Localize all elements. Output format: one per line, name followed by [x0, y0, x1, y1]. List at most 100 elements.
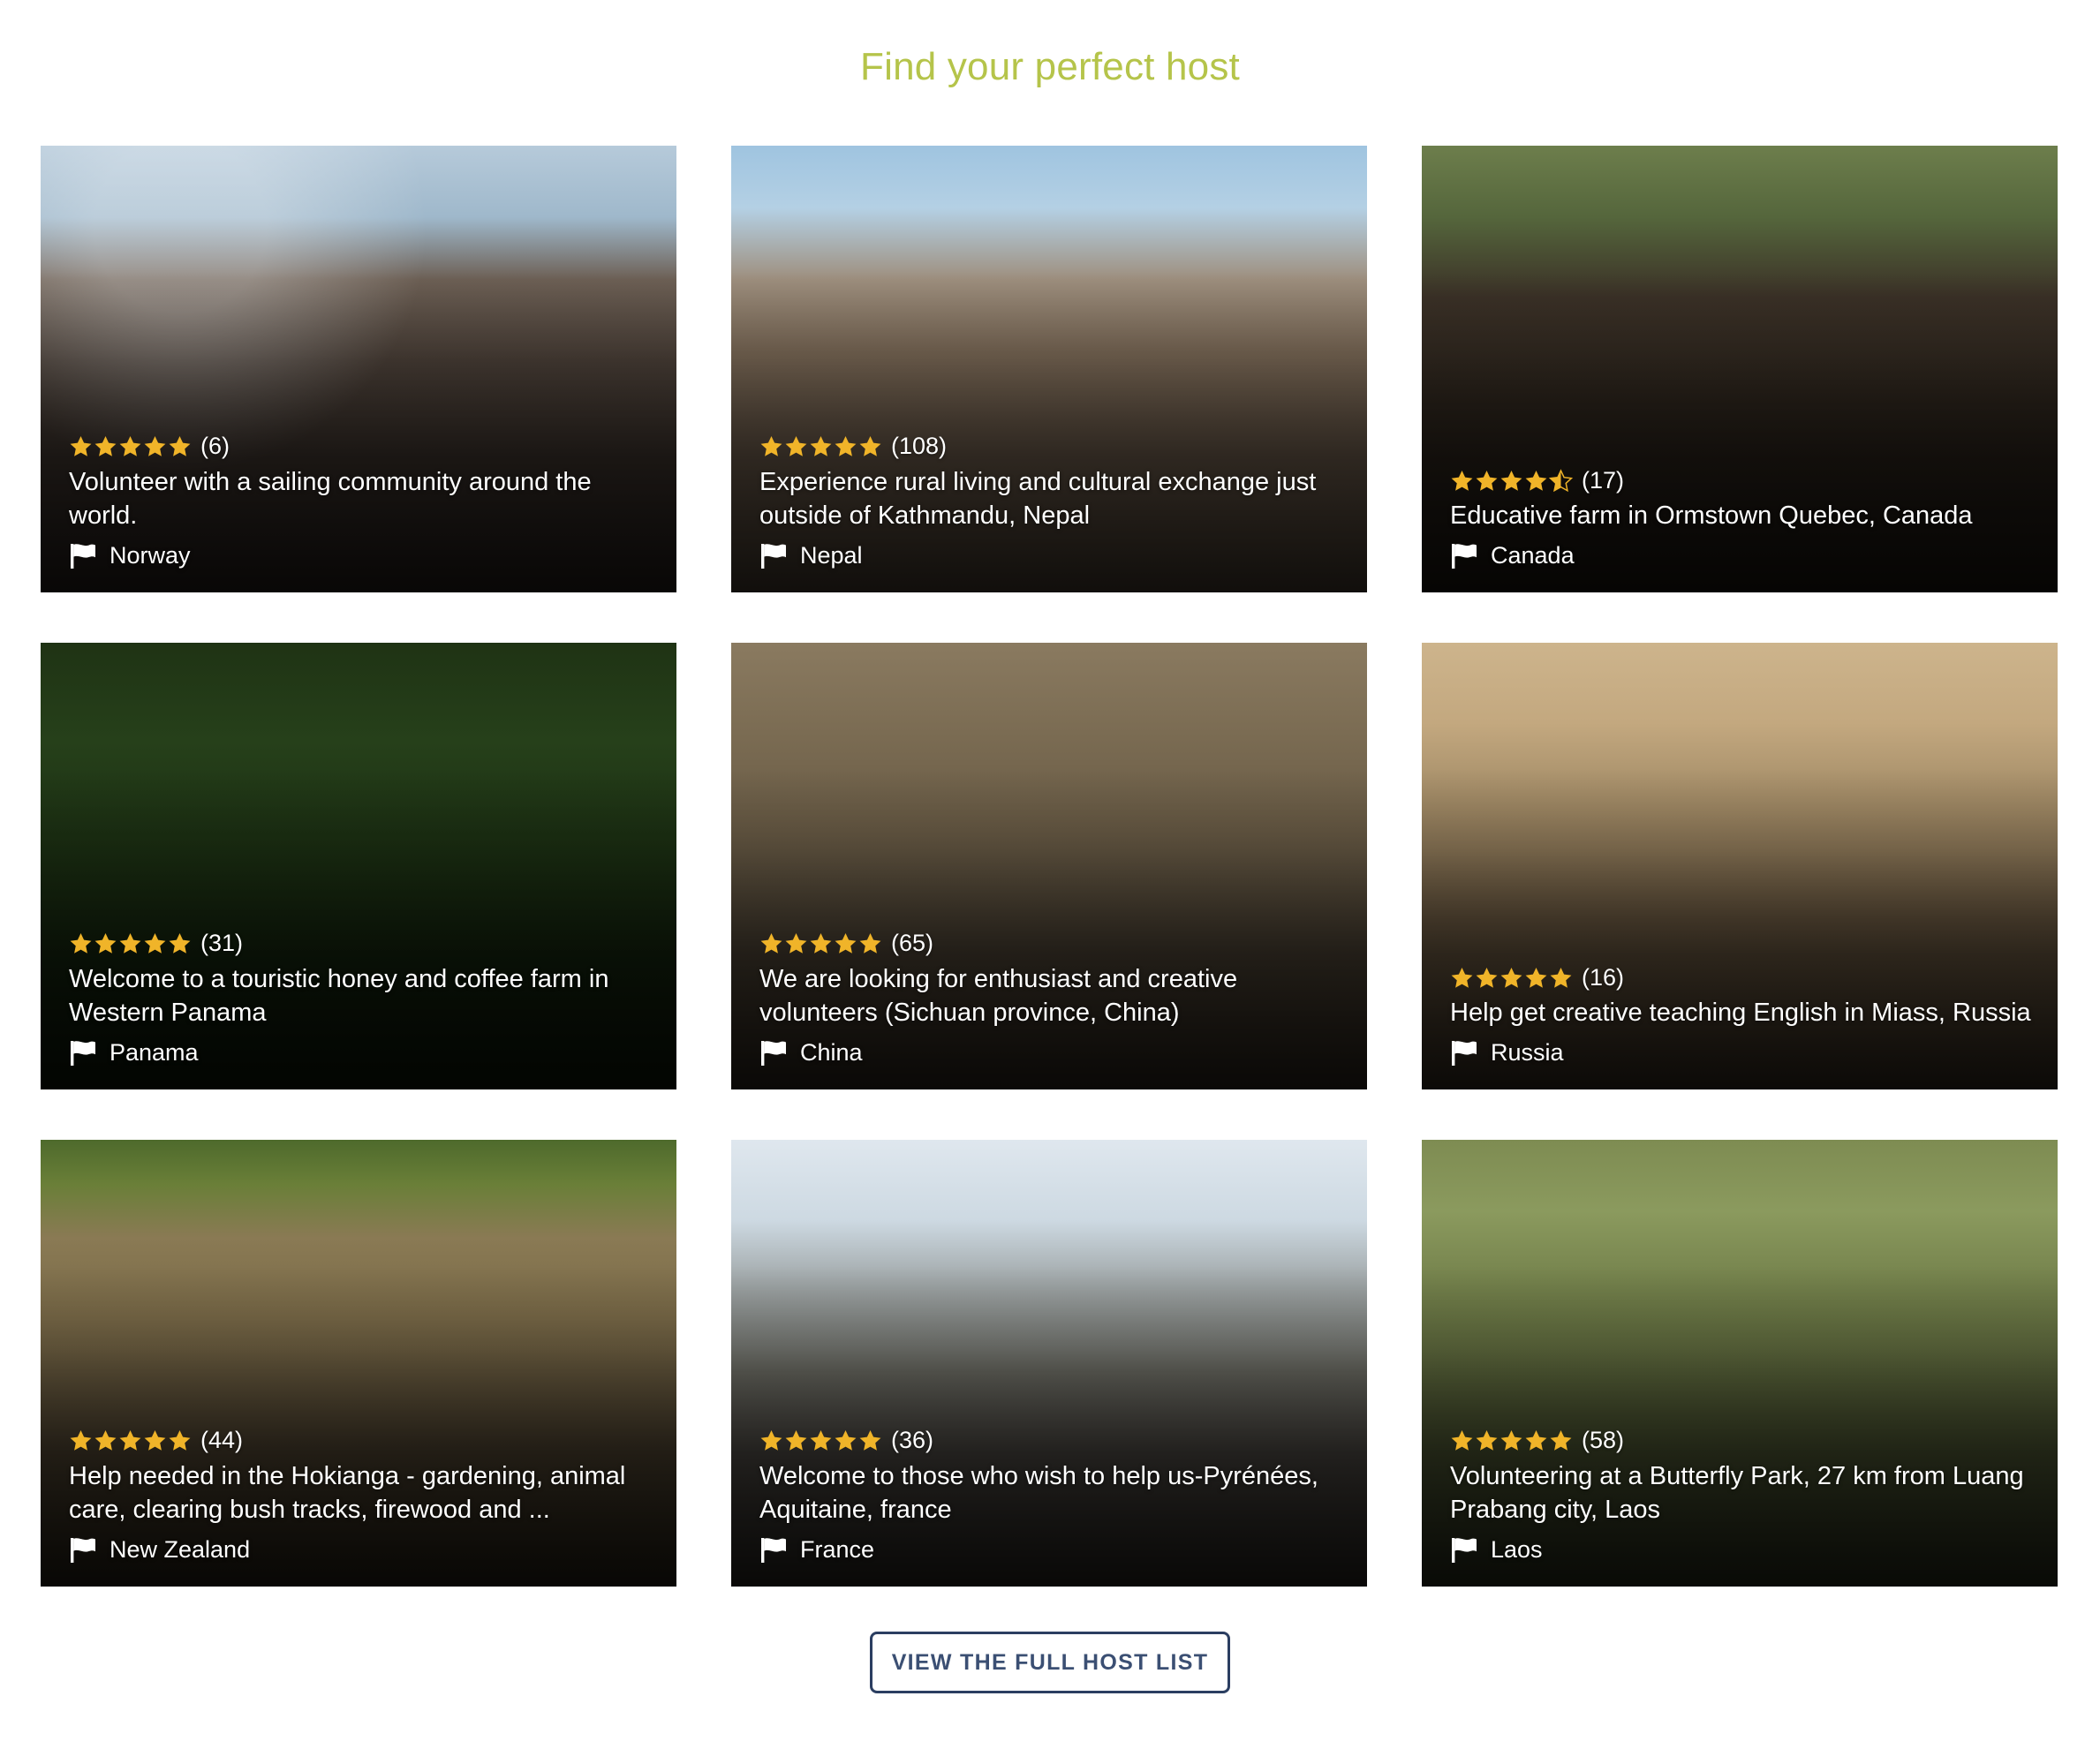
host-card-heading: Experience rural living and cultural exc… — [759, 467, 1317, 531]
star-full-icon — [70, 436, 92, 457]
rating-row: (17) — [1450, 465, 2035, 495]
rating-row: (65) — [759, 929, 1344, 959]
star-full-icon — [785, 933, 807, 954]
rating-row: (36) — [759, 1426, 1344, 1456]
host-card-body: (36) Welcome to those who wish to help us… — [759, 1426, 1344, 1564]
host-card-heading: Welcome to those who wish to help us-Pyr… — [759, 1461, 1318, 1525]
star-full-icon — [119, 436, 141, 457]
flag-icon — [1452, 1537, 1477, 1563]
host-card[interactable]: (17) Educative farm in Ormstown Quebec, C… — [1422, 146, 2058, 592]
country-label: Russia — [1491, 1039, 1564, 1066]
country-label: Nepal — [800, 542, 863, 569]
host-card[interactable]: (108) Experience rural living and cultura… — [731, 146, 1367, 592]
view-full-host-list-button[interactable]: VIEW THE FULL HOST LIST — [870, 1632, 1230, 1693]
host-card-body: (58) Volunteering at a Butterfly Park, 27… — [1450, 1426, 2035, 1564]
country-label: New Zealand — [110, 1536, 251, 1563]
star-full-icon — [94, 1430, 117, 1451]
star-full-icon — [859, 933, 881, 954]
country-row: Canada — [1450, 542, 2035, 569]
star-full-icon — [1550, 967, 1572, 988]
review-count: (17) — [1582, 466, 1625, 494]
star-half-icon — [1549, 469, 1573, 493]
rating-row: (31) — [69, 929, 653, 959]
star-full-icon — [1476, 470, 1498, 491]
star-full-icon — [1476, 1430, 1498, 1451]
star-full-icon — [760, 436, 782, 457]
flag-icon — [761, 1040, 786, 1066]
star-full-icon — [144, 1430, 166, 1451]
host-card-grid: (6) Volunteer with a sailing community ar… — [41, 146, 2058, 1587]
flag-icon — [71, 543, 95, 569]
country-label: Panama — [110, 1039, 199, 1066]
star-full-icon — [859, 1430, 881, 1451]
star-rating — [759, 931, 882, 955]
page-title: Find your perfect host — [860, 45, 1240, 88]
star-full-icon — [1476, 967, 1498, 988]
star-full-icon — [785, 1430, 807, 1451]
country-row: Nepal — [759, 542, 1344, 569]
country-label: Canada — [1491, 542, 1575, 569]
country-row: Panama — [69, 1039, 653, 1067]
host-card[interactable]: (58) Volunteering at a Butterfly Park, 27… — [1422, 1140, 2058, 1587]
host-card[interactable]: (16) Help get creative teaching English i… — [1422, 643, 2058, 1089]
star-full-icon — [1451, 470, 1473, 491]
country-row: France — [759, 1536, 1344, 1564]
star-rating — [759, 1429, 882, 1452]
flag-icon — [1452, 1040, 1477, 1066]
flag-icon — [761, 1537, 786, 1563]
review-count: (58) — [1582, 1427, 1625, 1454]
star-full-icon — [1525, 967, 1547, 988]
star-full-icon — [760, 933, 782, 954]
star-full-icon — [94, 436, 117, 457]
star-full-icon — [835, 436, 857, 457]
country-row: Norway — [69, 542, 653, 569]
star-full-icon — [1550, 1430, 1572, 1451]
review-count: (6) — [200, 433, 230, 460]
star-full-icon — [169, 933, 191, 954]
country-label: Norway — [110, 542, 191, 569]
review-count: (31) — [200, 930, 244, 957]
star-full-icon — [169, 1430, 191, 1451]
host-card-body: (6) Volunteer with a sailing community ar… — [69, 432, 653, 569]
star-full-icon — [785, 436, 807, 457]
host-card-body: (108) Experience rural living and cultura… — [759, 432, 1344, 569]
review-count: (36) — [891, 1427, 934, 1454]
star-rating — [1450, 1429, 1573, 1452]
review-count: (65) — [891, 930, 934, 957]
star-full-icon — [94, 933, 117, 954]
host-card[interactable]: (36) Welcome to those who wish to help us… — [731, 1140, 1367, 1587]
star-full-icon — [835, 933, 857, 954]
star-full-icon — [810, 933, 832, 954]
rating-row: (108) — [759, 432, 1344, 462]
host-card-body: (17) Educative farm in Ormstown Quebec, C… — [1450, 465, 2035, 569]
country-row: New Zealand — [69, 1536, 653, 1564]
star-full-icon — [70, 1430, 92, 1451]
star-rating — [69, 1429, 192, 1452]
host-card[interactable]: (31) Welcome to a touristic honey and cof… — [41, 643, 676, 1089]
star-rating — [1450, 469, 1573, 493]
host-card[interactable]: (65) We are looking for enthusiast and cr… — [731, 643, 1367, 1089]
footer: VIEW THE FULL HOST LIST — [0, 1632, 2100, 1693]
flag-icon — [71, 1537, 95, 1563]
host-card-heading: Help get creative teaching English in Mi… — [1450, 999, 2031, 1028]
flag-icon — [71, 1040, 95, 1066]
host-listing-page: Find your perfect host (6) Volunteer with… — [0, 0, 2100, 1764]
rating-row: (6) — [69, 432, 653, 462]
review-count: (44) — [200, 1427, 244, 1454]
host-card[interactable]: (6) Volunteer with a sailing community ar… — [41, 146, 676, 592]
host-card[interactable]: (44) Help needed in the Hokianga - garden… — [41, 1140, 676, 1587]
star-full-icon — [70, 933, 92, 954]
star-full-icon — [1525, 470, 1547, 491]
star-rating — [759, 434, 882, 458]
review-count: (16) — [1582, 963, 1625, 991]
host-card-body: (65) We are looking for enthusiast and cr… — [759, 929, 1344, 1067]
star-full-icon — [760, 1430, 782, 1451]
star-full-icon — [119, 933, 141, 954]
rating-row: (16) — [1450, 962, 2035, 992]
star-rating — [69, 434, 192, 458]
star-full-icon — [859, 436, 881, 457]
star-full-icon — [144, 436, 166, 457]
country-label: Laos — [1491, 1536, 1543, 1563]
star-full-icon — [1500, 470, 1522, 491]
star-full-icon — [144, 933, 166, 954]
